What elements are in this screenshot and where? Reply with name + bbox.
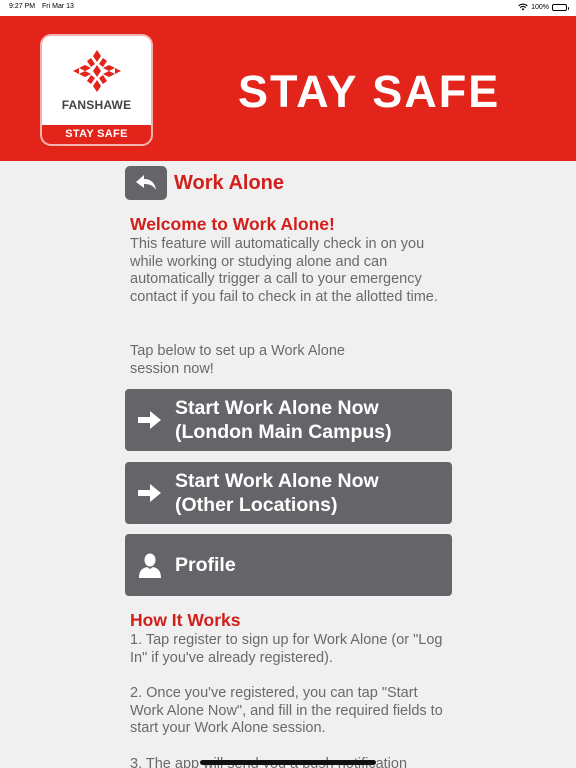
fanshawe-emblem-icon — [73, 50, 121, 92]
app-header: FANSHAWE STAY SAFE STAY SAFE — [0, 16, 576, 161]
step-2-text: 2. Once you've registered, you can tap "… — [130, 685, 443, 737]
back-button[interactable] — [125, 166, 167, 200]
start-london-campus-label: Start Work Alone Now (London Main Campus… — [175, 397, 392, 443]
status-time: 9:27 PM — [9, 3, 36, 10]
profile-label: Profile — [175, 554, 236, 576]
start-other-locations-button[interactable]: Start Work Alone Now (Other Locations) — [125, 462, 452, 524]
status-date: Fri Mar 13 — [42, 3, 74, 10]
logo-band: STAY SAFE — [42, 125, 151, 144]
page-title: Work Alone — [174, 172, 285, 194]
fanshawe-logo: FANSHAWE STAY SAFE — [42, 36, 151, 144]
welcome-prompt: Tap below to set up a Work Alone session… — [130, 343, 345, 377]
wifi-icon — [518, 3, 528, 11]
profile-button[interactable]: Profile — [125, 534, 452, 596]
start-other-locations-label: Start Work Alone Now (Other Locations) — [175, 470, 379, 516]
status-right: 100% — [518, 3, 569, 11]
person-icon — [139, 553, 161, 578]
logo-name: FANSHAWE — [61, 98, 132, 112]
step-1-text: 1. Tap register to sign up for Work Alon… — [130, 632, 443, 666]
how-it-works-heading: How It Works — [130, 610, 241, 630]
arrow-right-icon — [138, 484, 161, 502]
home-indicator — [200, 760, 376, 765]
battery-percent: 100% — [531, 3, 549, 11]
welcome-heading: Welcome to Work Alone! — [130, 214, 335, 234]
arrow-right-icon — [138, 411, 161, 429]
header-title: STAY SAFE — [238, 66, 501, 117]
start-london-campus-button[interactable]: Start Work Alone Now (London Main Campus… — [125, 389, 452, 451]
battery-icon — [552, 3, 569, 11]
status-bar: 9:27 PM Fri Mar 13 100% — [0, 0, 576, 16]
back-arrow-icon — [136, 175, 156, 190]
welcome-text: This feature will automatically check in… — [130, 236, 438, 305]
